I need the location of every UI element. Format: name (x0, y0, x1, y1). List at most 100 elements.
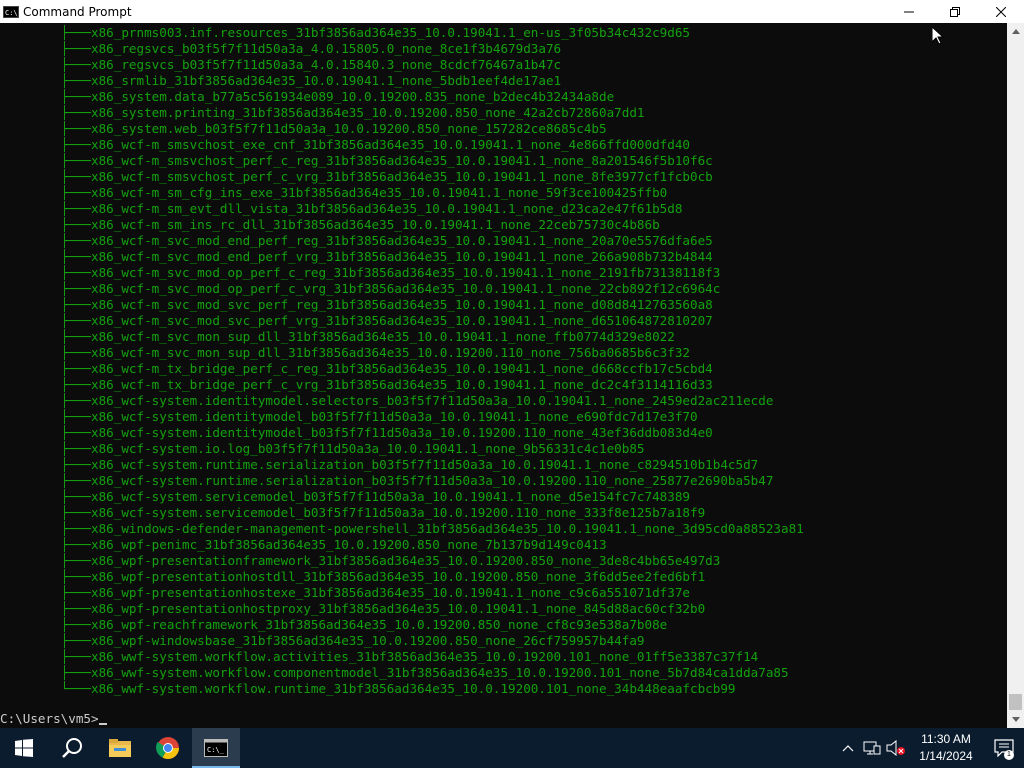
tree-branch: ├─── (60, 249, 92, 264)
console-line: ├───x86_wcf-m_sm_ins_rc_dll_31bf3856ad36… (0, 217, 1007, 233)
scroll-thumb[interactable] (1009, 694, 1022, 710)
action-center-button[interactable]: 1 (984, 728, 1024, 768)
clock[interactable]: 11:30 AM 1/14/2024 (908, 728, 984, 768)
clock-time: 11:30 AM (921, 732, 971, 746)
console-line: ├───x86_wcf-m_svc_mod_end_perf_vrg_31bf3… (0, 249, 1007, 265)
volume-button[interactable] (884, 728, 908, 768)
console-line: ├───x86_wcf-system.runtime.serialization… (0, 457, 1007, 473)
tree-branch: └─── (60, 681, 92, 696)
system-tray: 11:30 AM 1/14/2024 1 (836, 728, 1024, 768)
console-line: ├───x86_wcf-m_svc_mod_end_perf_reg_31bf3… (0, 233, 1007, 249)
network-button[interactable] (860, 728, 884, 768)
command-prompt-icon: C:\_ (3, 5, 19, 18)
tree-branch: ├─── (60, 441, 92, 456)
console-line-text: x86_wcf-m_smsvchost_perf_c_vrg_31bf3856a… (91, 169, 713, 184)
console-line: ├───x86_wcf-m_svc_mod_op_perf_c_reg_31bf… (0, 265, 1007, 281)
minimize-icon (904, 11, 914, 12)
console-line: ├───x86_wcf-system.identitymodel.selecto… (0, 393, 1007, 409)
tree-branch: ├─── (60, 617, 92, 632)
show-hidden-icons-button[interactable] (836, 728, 860, 768)
console-line: ├───x86_wcf-system.io.log_b03f5f7f11d50a… (0, 441, 1007, 457)
tree-branch: ├─── (60, 409, 92, 424)
console-line-text: x86_wpf-presentationhostexe_31bf3856ad36… (91, 585, 690, 600)
console-line-text: x86_wwf-system.workflow.runtime_31bf3856… (91, 681, 736, 696)
chrome-button[interactable] (144, 728, 192, 768)
tree-branch: ├─── (60, 457, 92, 472)
console-line-text: x86_wpf-windowsbase_31bf3856ad364e35_10.… (91, 633, 645, 648)
text-cursor (98, 723, 107, 725)
console-line-text: x86_wcf-system.servicemodel_b03f5f7f11d5… (91, 505, 706, 520)
prompt-text: C:\Users\vm5> (0, 711, 99, 726)
console-line-text: x86_wcf-m_svc_mod_end_perf_reg_31bf3856a… (91, 233, 713, 248)
tree-branch: ├─── (60, 89, 92, 104)
command-prompt-line[interactable]: C:\Users\vm5> (0, 711, 107, 727)
search-button[interactable] (48, 728, 96, 768)
close-button[interactable] (978, 0, 1024, 23)
scroll-down-button[interactable] (1007, 711, 1024, 728)
console-line: ├───x86_wcf-m_svc_mod_op_perf_c_vrg_31bf… (0, 281, 1007, 297)
console-line-text: x86_wcf-system.io.log_b03f5f7f11d50a3a_1… (91, 441, 645, 456)
console-line: ├───x86_wpf-presentationframework_31bf38… (0, 553, 1007, 569)
console-line: ├───x86_system.web_b03f5f7f11d50a3a_10.0… (0, 121, 1007, 137)
console-line: ├───x86_wcf-system.identitymodel_b03f5f7… (0, 425, 1007, 441)
tree-branch: ├─── (60, 297, 92, 312)
chevron-up-icon (842, 745, 854, 752)
file-explorer-icon (109, 739, 131, 757)
console-line: ├───x86_wcf-system.servicemodel_b03f5f7f… (0, 505, 1007, 521)
tree-branch: ├─── (60, 377, 92, 392)
console-line-text: x86_wcf-m_sm_evt_dll_vista_31bf3856ad364… (91, 201, 683, 216)
console-line: ├───x86_wpf-windowsbase_31bf3856ad364e35… (0, 633, 1007, 649)
console-line-text: x86_wcf-system.identitymodel_b03f5f7f11d… (91, 425, 713, 440)
volume-muted-icon (886, 740, 905, 756)
command-prompt-taskbar-button[interactable]: C:\_ (192, 728, 240, 768)
tree-branch: ├─── (60, 665, 92, 680)
console-line: ├───x86_wcf-m_tx_bridge_perf_c_vrg_31bf3… (0, 377, 1007, 393)
arrow-down-icon (1011, 717, 1020, 722)
tree-branch: ├─── (60, 185, 92, 200)
vertical-scrollbar[interactable] (1007, 23, 1024, 728)
console-lines: ├─── x86_prnms003.inf.resources_31bf3856a… (0, 25, 1007, 697)
console-line: ├───x86_wwf-system.workflow.activities_3… (0, 649, 1007, 665)
taskbar: C:\_ 11:30 AM 1/14/2024 1 (0, 728, 1024, 768)
tree-branch: ├─── (60, 201, 92, 216)
scroll-up-button[interactable] (1007, 23, 1024, 40)
console-line-text: x86_wcf-system.identitymodel_b03f5f7f11d… (91, 409, 698, 424)
console-line-text: x86_wwf-system.workflow.componentmodel_3… (91, 665, 789, 680)
tree-branch: ├─── (60, 553, 92, 568)
start-button[interactable] (0, 728, 48, 768)
console-line-text: x86_wpf-penimc_31bf3856ad364e35_10.0.192… (91, 537, 607, 552)
console-line-text: x86_wcf-m_svc_mon_sup_dll_31bf3856ad364e… (91, 345, 690, 360)
console-line-text: x86_wcf-m_svc_mod_svc_perf_vrg_31bf3856a… (91, 313, 713, 328)
console-line: ├───x86_wcf-m_smsvchost_perf_c_reg_31bf3… (0, 153, 1007, 169)
tree-branch: ├─── (60, 585, 92, 600)
console-line: ├───x86_wcf-m_svc_mod_svc_perf_vrg_31bf3… (0, 313, 1007, 329)
console-line: ├───x86_wcf-m_sm_evt_dll_vista_31bf3856a… (0, 201, 1007, 217)
restore-button[interactable] (932, 0, 978, 23)
console-line: ├───x86_wcf-m_sm_cfg_ins_exe_31bf3856ad3… (0, 185, 1007, 201)
window-title: Command Prompt (23, 4, 132, 19)
file-explorer-button[interactable] (96, 728, 144, 768)
console-output[interactable]: ├─── x86_prnms003.inf.resources_31bf3856a… (0, 23, 1007, 728)
console-line: ├───x86_system.printing_31bf3856ad364e35… (0, 105, 1007, 121)
console-line: ├───x86_wcf-m_smsvchost_perf_c_vrg_31bf3… (0, 169, 1007, 185)
close-icon (996, 6, 1006, 17)
console-line: ├───x86_system.data_b77a5c561934e089_10.… (0, 89, 1007, 105)
title-bar[interactable]: C:\_ Command Prompt (0, 0, 1024, 23)
tree-branch: ├─── (60, 473, 92, 488)
tree-branch: ├─── (60, 217, 92, 232)
console-line-text: x86_wcf-system.runtime.serialization_b03… (91, 457, 759, 472)
tree-branch: ├─── (60, 25, 92, 40)
network-icon (863, 741, 881, 755)
console-line-text: x86_wcf-m_tx_bridge_perf_c_vrg_31bf3856a… (91, 377, 713, 392)
search-icon (62, 738, 82, 758)
tree-branch: ├─── (60, 265, 92, 280)
console-line-text: x86_wcf-m_svc_mod_op_perf_c_vrg_31bf3856… (91, 281, 721, 296)
mouse-pointer-icon (931, 25, 945, 49)
console-line: ├───x86_wpf-presentationhostexe_31bf3856… (0, 585, 1007, 601)
tree-branch: ├─── (60, 537, 92, 552)
minimize-button[interactable] (886, 0, 932, 23)
console-line-text: x86_wcf-m_tx_bridge_perf_c_reg_31bf3856a… (91, 361, 713, 376)
console-line-text: x86_wwf-system.workflow.activities_31bf3… (91, 649, 759, 664)
console-line: ├───x86_prnms003.inf.resources_31bf3856a… (0, 25, 1007, 41)
console-line: ├───x86_wcf-m_tx_bridge_perf_c_reg_31bf3… (0, 361, 1007, 377)
